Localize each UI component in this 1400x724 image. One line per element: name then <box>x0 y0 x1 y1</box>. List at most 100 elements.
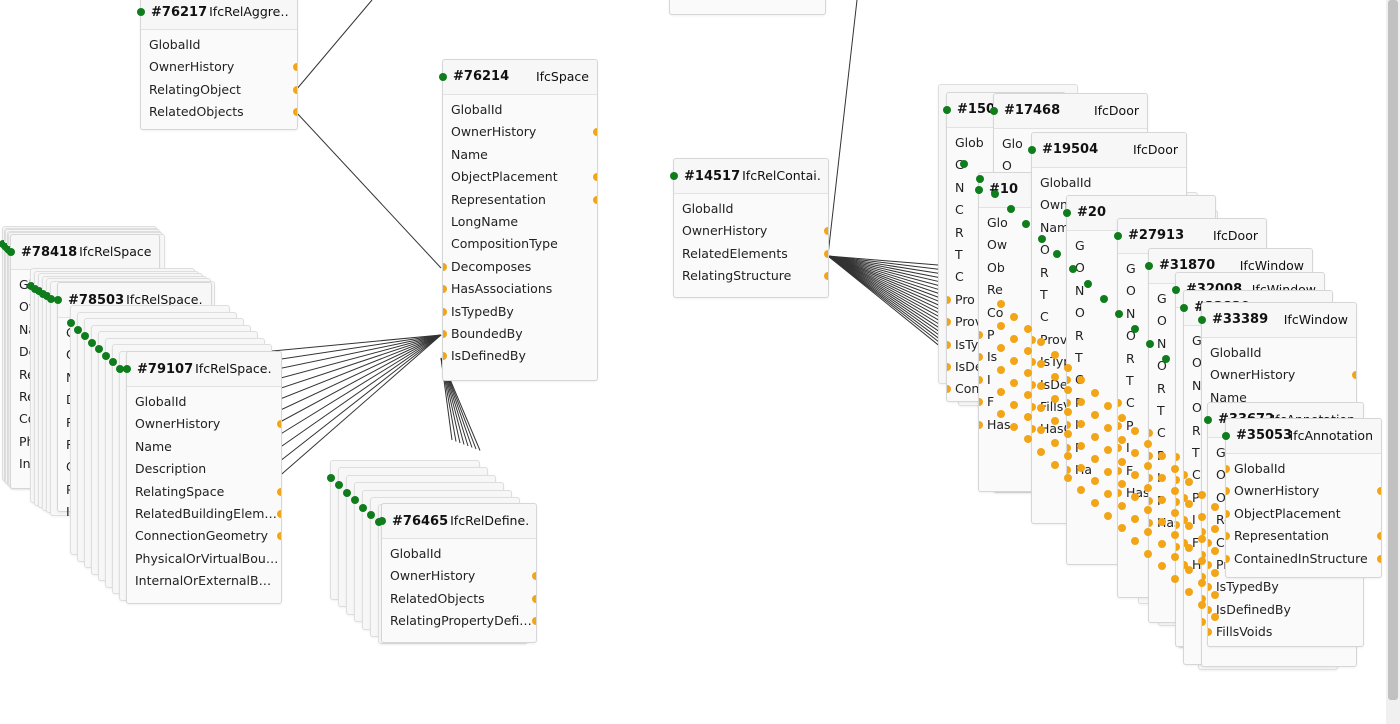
inverse-port[interactable] <box>1067 398 1071 407</box>
input-port[interactable] <box>88 338 96 347</box>
stack-port[interactable] <box>1090 454 1099 463</box>
attr-row[interactable]: OwnerHistory <box>1202 364 1356 386</box>
stack-port[interactable] <box>1184 587 1193 596</box>
attr-row[interactable]: Name <box>127 436 281 458</box>
inverse-port[interactable] <box>1149 451 1153 460</box>
output-port[interactable] <box>293 63 297 72</box>
attr-row[interactable]: RelatedObjects <box>382 588 536 610</box>
node-header[interactable]: #14517IfcRelContai… <box>670 159 828 194</box>
inverse-port[interactable] <box>947 340 951 349</box>
output-port[interactable] <box>532 594 536 603</box>
node-header[interactable]: #76465IfcRelDefine… <box>378 504 536 539</box>
input-port[interactable] <box>67 319 75 327</box>
inverse-port[interactable] <box>979 330 983 339</box>
stack-port[interactable] <box>1198 512 1206 521</box>
input-port[interactable] <box>123 365 131 373</box>
stack-port[interactable] <box>1131 449 1139 457</box>
stack-port[interactable] <box>1104 489 1113 498</box>
inverse-port[interactable] <box>947 385 951 394</box>
attr-row[interactable]: RelatingPropertyDefi… <box>382 610 536 632</box>
inverse-port[interactable] <box>979 375 983 384</box>
stack-port[interactable] <box>1198 490 1206 499</box>
inverse-port[interactable] <box>1032 358 1036 367</box>
inverse-port[interactable] <box>1226 532 1230 541</box>
attr-row[interactable]: GlobalId <box>1032 172 1186 194</box>
attr-row[interactable]: GlobalId <box>382 543 536 565</box>
inverse-port[interactable] <box>1118 488 1122 497</box>
inverse-port[interactable] <box>1067 376 1071 385</box>
input-port[interactable] <box>943 106 951 114</box>
output-port[interactable] <box>1352 371 1356 380</box>
stack-port[interactable] <box>1131 493 1139 501</box>
stack-port[interactable] <box>1184 543 1193 552</box>
input-port[interactable] <box>1063 209 1071 217</box>
inverse-port[interactable] <box>1118 399 1122 408</box>
node-header[interactable]: #35053 IfcAnnotation <box>1222 419 1381 454</box>
inverse-port[interactable] <box>1176 542 1180 551</box>
output-port[interactable] <box>824 272 828 281</box>
stack-port[interactable] <box>1104 423 1113 432</box>
inverse-port[interactable] <box>1226 554 1230 563</box>
inverse-port[interactable] <box>1032 380 1036 389</box>
stack-port[interactable] <box>1184 565 1193 574</box>
stack-port[interactable] <box>1064 407 1072 416</box>
attr-row[interactable]: RelatedBuildingElem… <box>127 503 281 525</box>
stack-input-port[interactable] <box>1130 325 1139 333</box>
inverse-port[interactable] <box>443 262 447 271</box>
input-port[interactable] <box>81 332 89 340</box>
output-port[interactable] <box>593 128 597 137</box>
output-port[interactable] <box>824 249 828 258</box>
inverse-port[interactable] <box>443 285 447 294</box>
attr-row[interactable]: RelatedElements <box>674 243 828 265</box>
stack-port[interactable] <box>1050 372 1059 381</box>
stack-port[interactable] <box>1198 578 1206 587</box>
stack-port[interactable] <box>1117 436 1126 445</box>
attr-row[interactable]: RelatingStructure <box>674 265 828 287</box>
input-port[interactable] <box>343 488 351 497</box>
stack-port[interactable] <box>997 344 1005 352</box>
attr-row[interactable]: OwnerHistory <box>443 121 597 143</box>
attr-row[interactable]: OwnerHistory <box>141 56 297 78</box>
stack-port[interactable] <box>1117 414 1126 423</box>
attr-row[interactable]: IsTypedBy <box>1208 576 1363 598</box>
inverse-port[interactable] <box>1118 466 1122 475</box>
input-port[interactable] <box>975 186 983 194</box>
output-port[interactable] <box>1377 554 1381 563</box>
attr-row[interactable]: Representation <box>1226 525 1381 547</box>
inverse-port[interactable] <box>1208 628 1212 637</box>
node-header[interactable]: #17468 IfcDoor <box>990 94 1147 129</box>
inverse-port[interactable] <box>443 352 447 361</box>
output-port[interactable] <box>1377 487 1381 496</box>
stack-port[interactable] <box>1064 451 1072 460</box>
inverse-port[interactable] <box>1149 429 1153 438</box>
output-port[interactable] <box>532 617 536 626</box>
stack-port[interactable] <box>1184 477 1193 486</box>
inverse-port[interactable] <box>1226 509 1230 518</box>
stack-input-port[interactable] <box>1022 220 1030 228</box>
stack-port[interactable] <box>1050 460 1059 469</box>
stack-input-port[interactable] <box>991 190 999 198</box>
stack-port[interactable] <box>1090 432 1099 441</box>
inverse-port[interactable] <box>1176 453 1180 462</box>
inverse-port[interactable] <box>979 420 983 429</box>
node-header[interactable]: #19504 IfcDoor <box>1028 133 1186 168</box>
output-port[interactable] <box>532 572 536 581</box>
stack-port[interactable] <box>1064 385 1072 394</box>
input-port[interactable] <box>327 474 335 482</box>
attr-row[interactable]: Description <box>127 458 281 480</box>
stack-port[interactable] <box>1050 394 1059 403</box>
output-port[interactable] <box>593 195 597 204</box>
output-port[interactable] <box>277 532 281 541</box>
inverse-port[interactable] <box>1176 498 1180 507</box>
stack-input-port[interactable] <box>1099 295 1108 303</box>
node-76217[interactable]: #76217 IfcRelAggre… GlobalId OwnerHistory… <box>137 0 298 130</box>
input-port[interactable] <box>137 8 145 16</box>
attr-row[interactable]: Representation <box>443 189 597 211</box>
stack-port[interactable] <box>1090 476 1099 485</box>
input-port[interactable] <box>1028 146 1036 154</box>
output-port[interactable] <box>593 173 597 182</box>
inverse-port[interactable] <box>1149 496 1153 505</box>
stack-port[interactable] <box>1117 458 1126 467</box>
input-port[interactable] <box>1180 304 1188 312</box>
stack-port[interactable] <box>1104 467 1113 476</box>
